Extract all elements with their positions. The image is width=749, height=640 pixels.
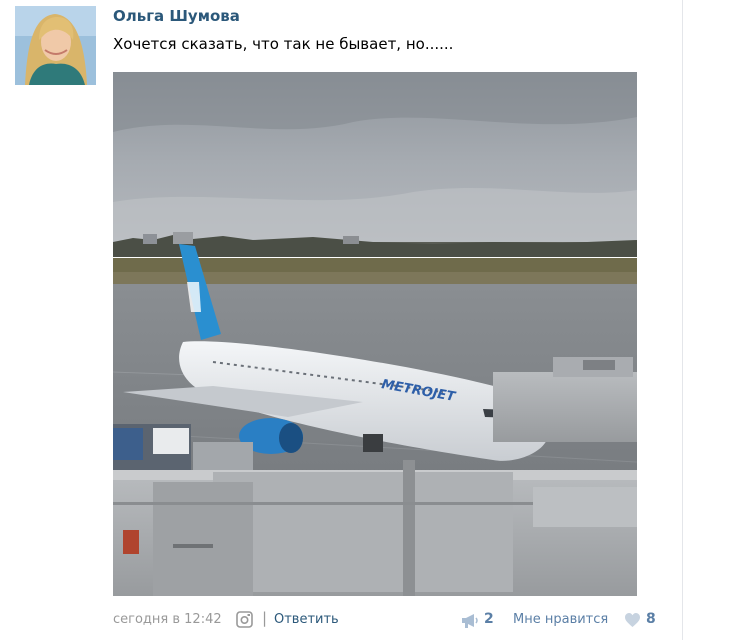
post-text: Хочется сказать, что так не бывает, но..…	[113, 35, 454, 53]
author-avatar[interactable]	[15, 6, 96, 85]
post-timestamp-link[interactable]: сегодня в 12:42	[113, 612, 222, 627]
content-divider	[682, 0, 683, 640]
airplane-photo: METROJET	[113, 72, 637, 596]
like-count: 8	[646, 611, 656, 627]
author-name-link[interactable]: Ольга Шумова	[113, 7, 240, 25]
post-photo[interactable]: METROJET	[113, 72, 637, 596]
share-count: 2	[484, 611, 494, 627]
footer-separator: |	[262, 609, 268, 627]
heart-icon[interactable]	[624, 612, 641, 628]
reply-link[interactable]: Ответить	[274, 612, 339, 627]
like-button[interactable]: Мне нравится	[513, 612, 608, 627]
instagram-icon	[236, 611, 253, 628]
post-footer: сегодня в 12:42 | Ответить 2 Мне нравитс…	[0, 606, 749, 636]
avatar-photo	[15, 6, 96, 85]
megaphone-icon[interactable]	[460, 612, 479, 629]
